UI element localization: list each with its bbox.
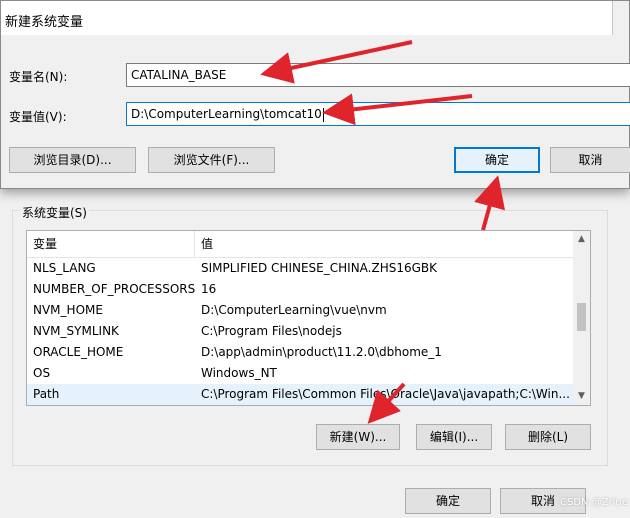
dialog-cancel-button[interactable]: 取消: [550, 147, 630, 173]
system-variables-label: 系统变量(S): [20, 204, 89, 221]
variable-value: D:\ComputerLearning\vue\nvm: [201, 303, 387, 317]
scroll-down-arrow-icon[interactable]: ▼: [573, 388, 590, 405]
column-header-value[interactable]: 值: [195, 231, 575, 257]
browse-file-button[interactable]: 浏览文件(F)...: [148, 147, 275, 173]
table-row[interactable]: NVM_SYMLINK C:\Program Files\nodejs: [27, 321, 575, 342]
variable-name: OS: [33, 366, 51, 380]
variable-value: 16: [201, 282, 217, 296]
table-row[interactable]: OS Windows_NT: [27, 363, 575, 384]
variable-name-label: 变量名(N):: [9, 70, 68, 84]
variable-name: NVM_SYMLINK: [33, 324, 119, 338]
column-header-variable[interactable]: 变量: [27, 231, 195, 257]
variable-name: NLS_LANG: [33, 261, 96, 275]
variable-name: NUMBER_OF_PROCESSORS: [33, 282, 195, 296]
variable-name-input[interactable]: CATALINA_BASE: [126, 63, 630, 87]
table-row[interactable]: NUMBER_OF_PROCESSORS 16: [27, 279, 575, 300]
variable-value-input[interactable]: D:\ComputerLearning\tomcat10: [126, 102, 630, 126]
scrollbar-thumb[interactable]: [577, 303, 586, 331]
variable-name: ORACLE_HOME: [33, 345, 124, 359]
edit-variable-button[interactable]: 编辑(I)...: [416, 424, 492, 450]
new-variable-button[interactable]: 新建(W)...: [316, 424, 400, 450]
table-row[interactable]: NLS_LANG SIMPLIFIED CHINESE_CHINA.ZHS16G…: [27, 258, 575, 279]
new-system-variable-dialog: 新建系统变量 变量名(N): CATALINA_BASE 变量值(V): D:\…: [0, 0, 630, 189]
delete-variable-button[interactable]: 删除(L): [505, 424, 591, 450]
variable-name: NVM_HOME: [33, 303, 103, 317]
table-row[interactable]: NVM_HOME D:\ComputerLearning\vue\nvm: [27, 300, 575, 321]
variable-value: C:\Program Files\nodejs: [201, 324, 342, 338]
system-variables-list[interactable]: 变量 值 NLS_LANG SIMPLIFIED CHINESE_CHINA.Z…: [26, 230, 591, 406]
table-row[interactable]: ORACLE_HOME D:\app\admin\product\11.2.0\…: [27, 342, 575, 363]
variable-name-input-text: CATALINA_BASE: [131, 68, 227, 82]
dialog-ok-button[interactable]: 确定: [454, 147, 540, 173]
dialog-title-bar[interactable]: 新建系统变量: [1, 1, 613, 35]
watermark: CSDN @Zrlue: [560, 497, 628, 508]
vertical-scrollbar[interactable]: ▲ ▼: [573, 231, 590, 405]
variable-value-input-text: D:\ComputerLearning\tomcat10: [131, 107, 322, 121]
text-caret: [322, 107, 324, 122]
variable-value: SIMPLIFIED CHINESE_CHINA.ZHS16GBK: [201, 261, 438, 275]
scroll-up-arrow-icon[interactable]: ▲: [573, 231, 590, 248]
variable-value: Windows_NT: [201, 366, 277, 380]
variable-value: C:\Program Files\Common Files\Oracle\Jav…: [201, 387, 570, 401]
variable-value: D:\app\admin\product\11.2.0\dbhome_1: [201, 345, 442, 359]
variable-name: Path: [33, 387, 60, 401]
footer-ok-button[interactable]: 确定: [405, 488, 491, 514]
browse-directory-button[interactable]: 浏览目录(D)...: [9, 147, 136, 173]
variable-value-label: 变量值(V):: [9, 110, 67, 124]
dialog-title: 新建系统变量: [5, 15, 84, 30]
list-header: 变量 值: [27, 231, 575, 258]
table-row[interactable]: Path C:\Program Files\Common Files\Oracl…: [27, 384, 575, 405]
